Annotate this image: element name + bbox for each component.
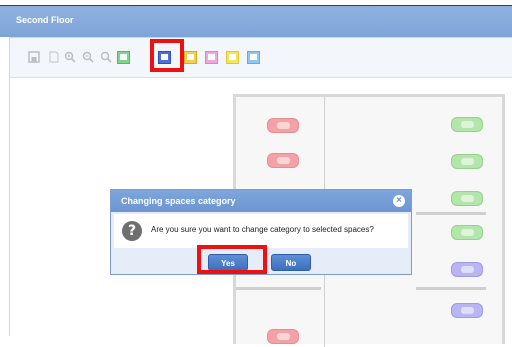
category-pink-icon[interactable]: [205, 51, 219, 65]
divider-line: [416, 287, 486, 290]
parking-space-green[interactable]: [451, 117, 483, 132]
zoom-in-icon[interactable]: [64, 51, 78, 65]
parking-space-green[interactable]: [451, 225, 483, 240]
dialog-message: Are you sure you want to change category…: [151, 225, 374, 234]
zoom-reset-icon[interactable]: [100, 51, 114, 65]
document-icon[interactable]: [48, 51, 62, 65]
parking-space-blue[interactable]: [451, 262, 483, 277]
question-icon: ?: [122, 221, 142, 241]
parking-space-green[interactable]: [451, 191, 483, 206]
category-yellow-icon[interactable]: [184, 51, 198, 65]
parking-space-red[interactable]: [267, 153, 299, 168]
zoom-out-icon[interactable]: [82, 51, 96, 65]
dialog-title: Changing spaces category: [121, 196, 236, 206]
parking-space-red[interactable]: [267, 329, 299, 344]
divider-line: [416, 212, 486, 215]
window-title: Second Floor: [16, 15, 74, 25]
window-titlebar: Second Floor: [0, 5, 512, 37]
save-icon[interactable]: [28, 51, 42, 65]
parking-space-green[interactable]: [451, 154, 483, 169]
parking-space-red[interactable]: [267, 118, 299, 133]
parking-space-blue[interactable]: [451, 303, 483, 318]
dialog-body: ? Are you sure you want to change catego…: [114, 214, 408, 248]
highlight-yes-button: [197, 245, 267, 274]
divider-line: [236, 287, 321, 290]
close-icon[interactable]: ×: [393, 195, 405, 207]
toolbar: [10, 38, 512, 78]
dialog-header: Changing spaces category ×: [111, 190, 411, 212]
category-lightblue-icon[interactable]: [247, 51, 261, 65]
category-green-icon[interactable]: [117, 51, 131, 65]
category-yellow2-icon[interactable]: [226, 51, 240, 65]
no-button[interactable]: No: [271, 254, 311, 271]
highlight-selected-category: [150, 39, 184, 72]
